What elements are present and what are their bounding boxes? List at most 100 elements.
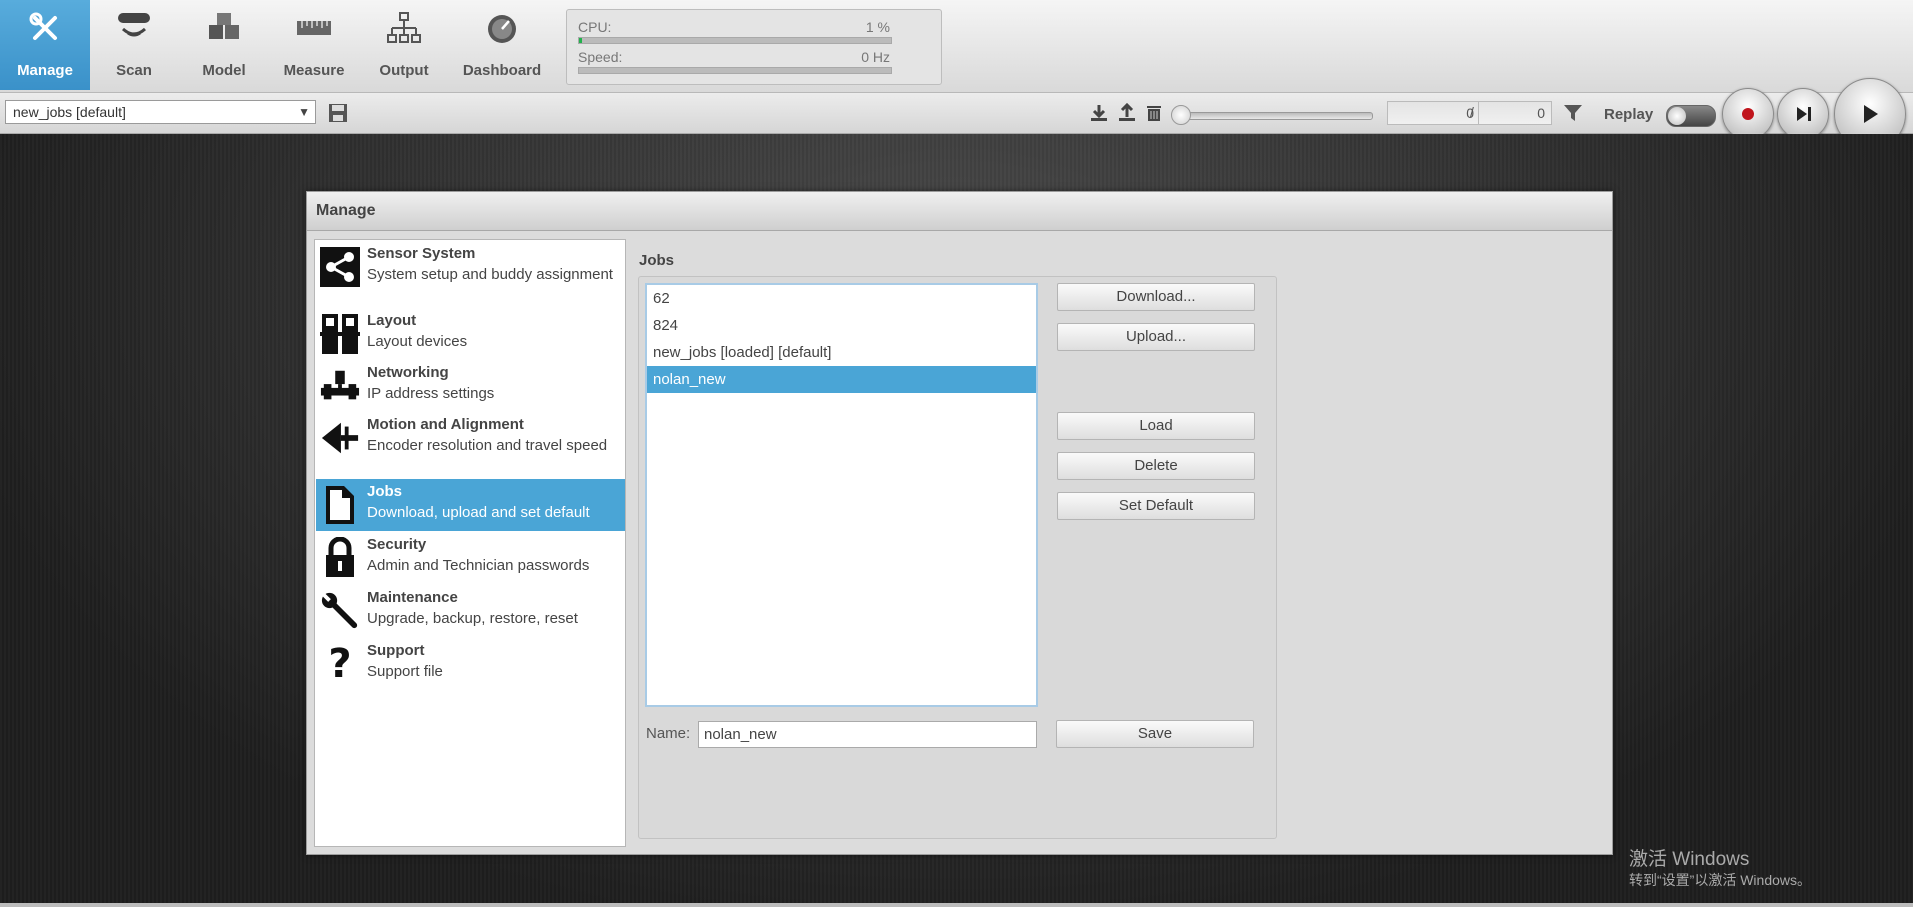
download-icon[interactable] <box>1088 102 1110 124</box>
nav-output-label: Output <box>379 62 429 79</box>
dashboard-gauge-icon <box>482 10 522 46</box>
nav-measure-button[interactable]: Measure <box>269 0 359 90</box>
sidebar-item-desc: Download, upload and set default <box>367 504 590 521</box>
windows-activation-subtitle: 转到“设置”以激活 Windows。 <box>1629 872 1812 888</box>
nav-model-label: Model <box>202 62 246 79</box>
nav-scan-label: Scan <box>116 62 152 79</box>
sidebar-item-maintenance[interactable]: Maintenance Upgrade, backup, restore, re… <box>316 585 625 635</box>
sidebar-item-title: Support <box>367 642 425 659</box>
replay-toggle[interactable] <box>1666 105 1716 127</box>
download-job-button[interactable]: Download... <box>1057 283 1255 311</box>
jobs-section-heading: Jobs <box>639 252 675 269</box>
job-list-item[interactable]: new_jobs [loaded] [default] <box>647 339 1036 366</box>
sidebar-item-title: Jobs <box>367 483 403 500</box>
system-status-panel: CPU: 1 % Speed: 0 Hz <box>566 9 942 85</box>
sidebar-item-title: Motion and Alignment <box>367 416 524 433</box>
replay-slider-handle[interactable] <box>1171 105 1191 125</box>
sidebar-item-networking[interactable]: Networking IP address settings <box>316 360 625 408</box>
sidebar-item-security[interactable]: Security Admin and Technician passwords <box>316 532 625 582</box>
filter-icon[interactable] <box>1562 102 1584 124</box>
manage-window-title: Manage <box>307 192 1612 231</box>
cpu-bar-fill <box>579 38 583 43</box>
top-navigation-bar: Manage Scan Model Measure Output Dashboa… <box>0 0 1913 93</box>
sidebar-item-motion-alignment[interactable]: Motion and Alignment Encoder resolution … <box>316 412 625 470</box>
speed-label: Speed: <box>578 49 623 65</box>
nav-model-button[interactable]: Model <box>179 0 269 90</box>
motion-alignment-icon <box>320 416 360 460</box>
step-forward-icon <box>1797 107 1811 121</box>
sidebar-item-title: Maintenance <box>367 589 458 606</box>
security-lock-icon <box>320 536 360 580</box>
speed-row: Speed: 0 Hz <box>578 49 890 65</box>
job-list-item-selected[interactable]: nolan_new <box>647 366 1036 393</box>
job-list-item[interactable]: 824 <box>647 312 1036 339</box>
sidebar-item-desc: Upgrade, backup, restore, reset <box>367 610 578 627</box>
cpu-value: 1 % <box>865 19 890 35</box>
nav-dashboard-button[interactable]: Dashboard <box>456 0 548 90</box>
record-button[interactable] <box>1722 88 1774 140</box>
nav-output-button[interactable]: Output <box>359 0 449 90</box>
save-job-button[interactable]: Save <box>1056 720 1254 748</box>
sidebar-item-title: Sensor System <box>367 245 476 262</box>
layout-grid-icon <box>320 312 360 356</box>
cpu-label: CPU: <box>578 19 612 35</box>
sidebar-item-title: Layout <box>367 312 417 329</box>
speed-bar <box>578 67 892 74</box>
measure-ruler-icon <box>294 10 334 46</box>
job-name-label: Name: <box>646 725 691 742</box>
support-question-icon: ? <box>328 641 352 687</box>
trash-icon[interactable] <box>1143 102 1165 124</box>
windows-activation-title: 激活 Windows <box>1629 849 1750 870</box>
jobs-list[interactable]: 62 824 new_jobs [loaded] [default] nolan… <box>645 283 1038 707</box>
set-default-button[interactable]: Set Default <box>1057 492 1255 520</box>
sidebar-item-support[interactable]: ? Support Support file <box>316 638 625 688</box>
nav-manage-label: Manage <box>17 62 73 79</box>
manage-sidebar: Sensor System System setup and buddy ass… <box>314 239 626 847</box>
frame-separator: / <box>1470 104 1474 120</box>
job-name-input[interactable]: nolan_new <box>698 721 1037 748</box>
save-job-icon[interactable] <box>327 102 349 124</box>
upload-icon[interactable] <box>1116 102 1138 124</box>
frame-total-field[interactable]: 0 <box>1478 101 1552 125</box>
nav-manage-button[interactable]: Manage <box>0 0 90 90</box>
frame-current-field[interactable]: 0 <box>1387 101 1481 125</box>
output-network-icon <box>384 10 424 46</box>
play-icon <box>1864 105 1878 123</box>
speed-value: 0 Hz <box>861 49 890 65</box>
jobs-document-icon <box>320 483 360 527</box>
sidebar-item-desc: System setup and buddy assignment <box>367 266 613 283</box>
cpu-bar <box>578 37 892 44</box>
networking-icon <box>320 364 360 408</box>
record-icon <box>1742 108 1754 120</box>
dropdown-arrow-icon: ▼ <box>298 105 310 119</box>
replay-slider-track[interactable] <box>1178 112 1373 120</box>
upload-job-button[interactable]: Upload... <box>1057 323 1255 351</box>
bottom-edge <box>0 903 1913 907</box>
sidebar-item-desc: Encoder resolution and travel speed <box>367 437 608 454</box>
sidebar-item-layout[interactable]: Layout Layout devices <box>316 308 625 356</box>
sidebar-item-desc: Support file <box>367 663 443 680</box>
scan-icon <box>114 10 154 46</box>
replay-label: Replay <box>1604 106 1654 123</box>
sidebar-item-sensor-system[interactable]: Sensor System System setup and buddy ass… <box>316 241 625 299</box>
nav-scan-button[interactable]: Scan <box>89 0 179 90</box>
sensor-system-share-icon <box>320 245 360 289</box>
sidebar-item-desc: Admin and Technician passwords <box>367 557 590 574</box>
sidebar-item-jobs[interactable]: Jobs Download, upload and set default <box>316 479 625 531</box>
sidebar-item-desc: IP address settings <box>367 385 495 402</box>
sidebar-item-title: Security <box>367 536 427 553</box>
nav-measure-label: Measure <box>283 62 345 79</box>
job-list-item[interactable]: 62 <box>647 285 1036 312</box>
nav-dashboard-label: Dashboard <box>462 62 542 79</box>
model-cubes-icon <box>204 10 244 46</box>
delete-job-button[interactable]: Delete <box>1057 452 1255 480</box>
replay-toggle-knob <box>1668 107 1686 125</box>
sidebar-item-desc: Layout devices <box>367 333 468 350</box>
maintenance-wrench-icon <box>320 589 360 633</box>
load-job-button[interactable]: Load <box>1057 412 1255 440</box>
job-toolbar: new_jobs [default] ▼ 0 / 0 Replay <box>0 93 1913 134</box>
job-selector-dropdown[interactable]: new_jobs [default] ▼ <box>5 100 316 124</box>
sidebar-item-title: Networking <box>367 364 449 381</box>
manage-window: Manage Sensor System System setup and bu… <box>306 191 1613 855</box>
step-forward-button[interactable] <box>1777 88 1829 140</box>
